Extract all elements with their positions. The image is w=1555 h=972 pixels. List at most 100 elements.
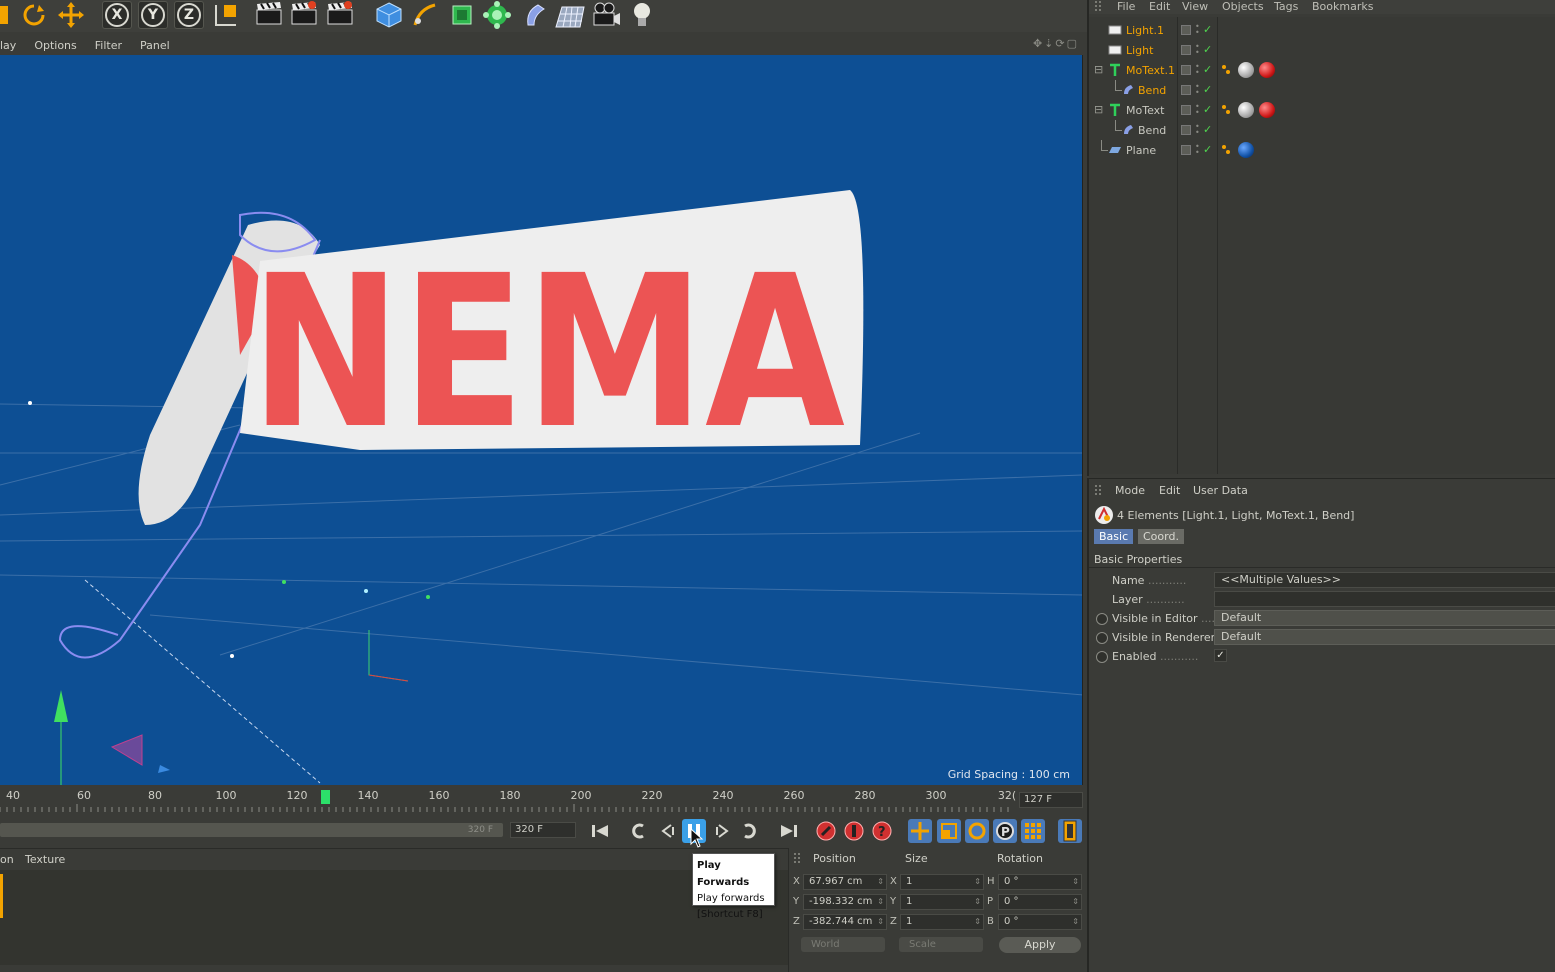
record-active-objects-icon[interactable] <box>814 819 838 843</box>
go-to-previous-key-button[interactable] <box>626 819 650 843</box>
size-z-field[interactable]: 1 <box>900 914 984 930</box>
preview-range-slider[interactable]: 320 F <box>0 823 503 837</box>
light-bulb-icon[interactable] <box>629 1 655 29</box>
om-menu-edit[interactable]: Edit <box>1149 0 1170 13</box>
enabled-check-icon[interactable]: ✓ <box>1203 63 1212 76</box>
object-row-bend[interactable]: Bend • • ✓ <box>1089 120 1555 140</box>
visibility-dots[interactable]: • • <box>1195 123 1201 137</box>
visibility-dots[interactable]: • • <box>1195 43 1201 57</box>
record-point-level-icon[interactable] <box>1021 819 1045 843</box>
animate-radio[interactable] <box>1096 613 1108 625</box>
object-row-motext[interactable]: ⊟ MoText • • ✓ <box>1089 100 1555 120</box>
3d-viewport[interactable]: NEMA Grid Spacing : 100 cm <box>0 55 1083 785</box>
go-to-next-key-button[interactable] <box>738 819 762 843</box>
position-z-field[interactable]: -382.744 cm <box>803 914 887 930</box>
visible-in-renderer-dropdown[interactable]: Default <box>1214 629 1555 645</box>
enabled-check-icon[interactable]: ✓ <box>1203 103 1212 116</box>
om-menu-objects[interactable]: Objects <box>1222 0 1264 13</box>
z-axis-lock-button[interactable]: Z <box>174 1 204 29</box>
pen-spline-icon[interactable] <box>410 1 440 29</box>
enabled-checkbox[interactable]: ✓ <box>1214 649 1227 662</box>
size-y-field[interactable]: 1 <box>900 894 984 910</box>
bend-deformer-icon[interactable] <box>519 1 549 29</box>
attr-menu-user-data[interactable]: User Data <box>1193 484 1248 497</box>
viewport-menu-display[interactable]: lay <box>0 39 16 52</box>
material-swatch[interactable] <box>0 874 3 918</box>
cube-primitive-icon[interactable] <box>374 1 404 29</box>
camera-icon[interactable] <box>591 1 621 29</box>
record-scale-icon[interactable] <box>937 819 961 843</box>
position-x-field[interactable]: 67.967 cm <box>803 874 887 890</box>
size-mode-dropdown[interactable]: Scale <box>899 937 983 952</box>
viewport-menu-options[interactable]: Options <box>34 39 76 52</box>
display-tag-icon[interactable] <box>1181 45 1191 55</box>
x-axis-lock-button[interactable]: X <box>102 1 132 29</box>
position-y-field[interactable]: -198.332 cm <box>803 894 887 910</box>
display-tag-icon[interactable] <box>1181 25 1191 35</box>
phong-tag-icon[interactable] <box>1221 64 1231 76</box>
material-tag-white-icon[interactable] <box>1238 102 1254 118</box>
display-tag-icon[interactable] <box>1181 105 1191 115</box>
display-tag-icon[interactable] <box>1181 65 1191 75</box>
om-menu-view[interactable]: View <box>1182 0 1208 13</box>
range-end-field[interactable]: 320 F <box>510 822 576 838</box>
record-parameter-icon[interactable]: P <box>993 819 1017 843</box>
object-row-light[interactable]: Light • • ✓ <box>1089 40 1555 60</box>
coordinate-system-icon[interactable] <box>211 1 241 29</box>
keyframe-selection-icon[interactable]: ? <box>870 819 894 843</box>
material-tag-white-icon[interactable] <box>1238 62 1254 78</box>
tab-coord[interactable]: Coord. <box>1138 529 1184 544</box>
render-to-picture-viewer-icon[interactable] <box>291 1 317 25</box>
display-tag-icon[interactable] <box>1181 125 1191 135</box>
go-to-end-button[interactable] <box>777 819 801 843</box>
attr-menu-mode[interactable]: Mode <box>1115 484 1145 497</box>
object-row-light-1[interactable]: Light.1 • • ✓ <box>1089 20 1555 40</box>
timeline-ruler[interactable]: 40 60 80 100 120 140 160 180 200 220 240 260 280 300 3… <box>0 786 1087 816</box>
om-menu-bookmarks[interactable]: Bookmarks <box>1312 0 1373 13</box>
render-view-icon[interactable] <box>256 1 282 25</box>
visibility-dots[interactable]: • • <box>1195 103 1201 117</box>
go-to-previous-frame-button[interactable] <box>656 819 680 843</box>
go-to-next-frame-button[interactable] <box>710 819 734 843</box>
size-x-field[interactable]: 1 <box>900 874 984 890</box>
floor-grid-icon[interactable] <box>553 1 587 29</box>
attr-menu-edit[interactable]: Edit <box>1159 484 1180 497</box>
move-tool-icon[interactable] <box>57 1 85 29</box>
collapse-toggle-icon[interactable]: ⊟ <box>1094 63 1103 76</box>
object-row-bend-1[interactable]: Bend • • ✓ <box>1089 80 1555 100</box>
visibility-dots[interactable]: • • <box>1195 83 1201 97</box>
object-row-plane[interactable]: Plane • • ✓ <box>1089 140 1555 160</box>
cloner-icon[interactable] <box>482 1 512 29</box>
rotate-tool-icon[interactable] <box>20 1 48 29</box>
material-tag-blue-icon[interactable] <box>1238 142 1254 158</box>
material-tag-red-icon[interactable] <box>1259 102 1275 118</box>
y-axis-lock-button[interactable]: Y <box>138 1 168 29</box>
tab-basic[interactable]: Basic <box>1094 529 1134 544</box>
animate-radio[interactable] <box>1096 632 1108 644</box>
visibility-dots[interactable]: • • <box>1195 143 1201 157</box>
layer-field[interactable] <box>1214 591 1555 607</box>
visibility-dots[interactable]: • • <box>1195 23 1201 37</box>
go-to-start-button[interactable] <box>588 819 612 843</box>
current-frame-field[interactable]: 127 F <box>1019 792 1083 808</box>
material-menu-function[interactable]: on <box>0 853 14 866</box>
timeline-playhead[interactable] <box>321 790 330 804</box>
apply-button[interactable]: Apply <box>999 937 1081 953</box>
enabled-check-icon[interactable]: ✓ <box>1203 23 1212 36</box>
visibility-dots[interactable]: • • <box>1195 63 1201 77</box>
enabled-check-icon[interactable]: ✓ <box>1203 123 1212 136</box>
enabled-check-icon[interactable]: ✓ <box>1203 83 1212 96</box>
record-rotation-icon[interactable] <box>965 819 989 843</box>
viewport-menu-filter[interactable]: Filter <box>95 39 122 52</box>
scheme-settings-icon[interactable] <box>1058 819 1082 843</box>
subdivision-surface-icon[interactable] <box>447 1 477 29</box>
rotation-p-field[interactable]: 0 ° <box>998 894 1082 910</box>
material-tag-red-icon[interactable] <box>1259 62 1275 78</box>
autokeying-icon[interactable] <box>842 819 866 843</box>
name-field[interactable]: <<Multiple Values>> <box>1214 572 1555 588</box>
om-menu-file[interactable]: File <box>1117 0 1135 13</box>
material-menu-texture[interactable]: Texture <box>25 853 65 866</box>
om-menu-tags[interactable]: Tags <box>1274 0 1298 13</box>
live-select-icon[interactable] <box>0 1 10 29</box>
coord-system-dropdown[interactable]: World <box>801 937 885 952</box>
